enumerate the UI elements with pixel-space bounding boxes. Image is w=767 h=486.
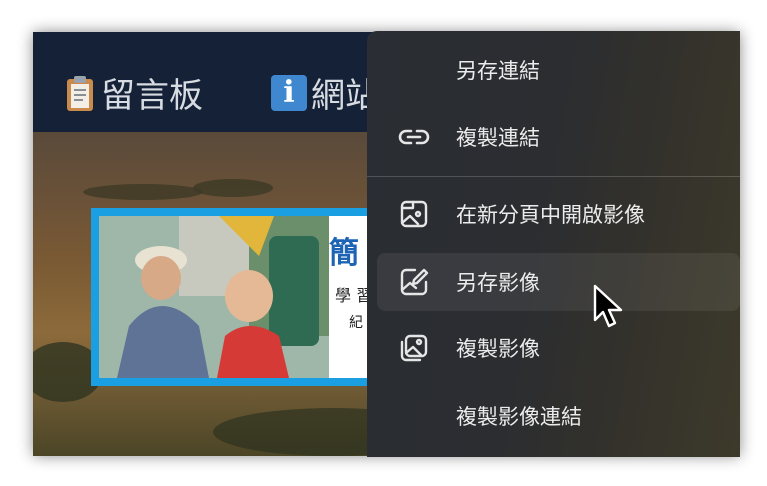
menu-item-copy-image[interactable]: 複製影像	[377, 319, 740, 377]
menu-item-label: 複製影像連結	[456, 405, 582, 429]
menu-item-copy-link[interactable]: 複製連結	[377, 108, 740, 166]
info-icon: i	[271, 74, 307, 111]
menu-item-label: 複製連結	[456, 126, 540, 150]
menu-item-save-image[interactable]: 另存影像	[377, 253, 740, 311]
menu-item-open-image-new-tab[interactable]: 在新分頁中開啟影像	[377, 185, 740, 243]
open-image-new-tab-icon	[397, 197, 431, 231]
nav-item-guestbook[interactable]: 留言板	[65, 68, 203, 117]
nav-item-site-info[interactable]: i 網站	[271, 68, 379, 117]
menu-item-label: 另存連結	[456, 59, 540, 83]
clipboard-icon	[65, 74, 95, 112]
menu-item-label: 在新分頁中開啟影像	[456, 203, 645, 227]
save-image-icon	[397, 265, 431, 299]
profile-banner-content: 簡 學 習 紀	[99, 216, 373, 378]
profile-banner-image[interactable]: 簡 學 習 紀	[91, 208, 381, 386]
link-icon	[397, 120, 431, 154]
menu-item-copy-image-link[interactable]: 複製影像連結	[377, 387, 740, 445]
menu-separator	[367, 176, 740, 177]
menu-item-label: 複製影像	[456, 337, 540, 361]
banner-title-char: 簡	[329, 236, 359, 271]
mouse-pointer-icon	[593, 284, 627, 330]
copy-image-icon	[397, 331, 431, 365]
menu-item-label: 另存影像	[456, 271, 540, 295]
context-menu: 另存連結 複製連結 在新分頁中開啟影像 另存影像 複製影像 複製影像連結	[367, 31, 740, 457]
banner-subtitle-2: 紀	[349, 315, 363, 331]
menu-item-save-link[interactable]: 另存連結	[377, 41, 740, 99]
nav-item-guestbook-label: 留言板	[101, 76, 203, 116]
